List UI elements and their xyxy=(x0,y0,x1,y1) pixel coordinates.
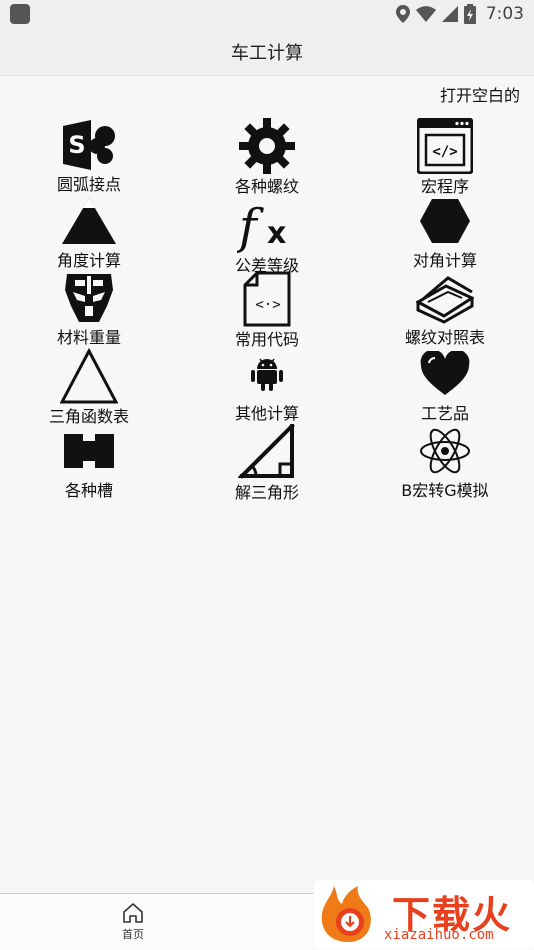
watermark: 下载火 xiazaihuo.com xyxy=(314,880,534,948)
nav-home-label: 首页 xyxy=(122,928,144,941)
hexagon-icon xyxy=(415,195,475,249)
grid-item-label: 对角计算 xyxy=(412,251,477,270)
marquee-text: 打开空白的页面 xyxy=(440,86,520,105)
grid-item-thread-table[interactable]: 螺纹对照表 xyxy=(356,271,534,348)
grid-item-material-weight[interactable]: 材料重量 xyxy=(0,271,178,348)
sharepoint-icon: S xyxy=(59,118,119,172)
grid-item-label: B宏转G模拟 xyxy=(401,480,489,500)
grid-item-label: 角度计算 xyxy=(56,251,121,270)
notification-icon xyxy=(10,4,30,24)
flame-logo-icon xyxy=(321,886,371,942)
grid-item-tolerance[interactable]: f x 公差等级 xyxy=(178,195,356,275)
grid-item-label: 各种槽 xyxy=(64,480,113,500)
svg-text:</>: </> xyxy=(432,144,457,160)
page-title: 车工计算 xyxy=(231,42,303,64)
grid-item-grooves[interactable]: 各种槽 xyxy=(0,424,178,501)
code-window-icon: </> xyxy=(415,118,475,174)
transformers-icon xyxy=(59,271,119,325)
grid-item-label: 材料重量 xyxy=(56,327,121,347)
grid-item-other-calc[interactable]: 其他计算 xyxy=(178,348,356,425)
svg-text:<·>: <·> xyxy=(255,297,280,313)
grid-item-label: 螺纹对照表 xyxy=(404,327,485,347)
status-bar: 7:03 xyxy=(0,0,534,28)
slot-icon xyxy=(59,424,119,478)
grid-item-threads[interactable]: 各种螺纹 xyxy=(178,118,356,196)
home-icon xyxy=(123,903,143,923)
watermark-url: xiazaihuo.com xyxy=(384,927,494,943)
grid-item-label: 三角函数表 xyxy=(48,406,129,426)
function-grid: S 圆弧接点 各种螺纹 </> 宏程序 角度计算 f x 公差等级 对角计算 材… xyxy=(0,118,534,502)
triangle-filled-icon xyxy=(59,195,119,249)
gear-icon xyxy=(237,118,297,174)
grid-item-label: 其他计算 xyxy=(234,404,299,423)
triangle-outline-icon xyxy=(59,347,119,404)
svg-text:x: x xyxy=(267,216,286,251)
grid-item-label: 解三角形 xyxy=(234,483,299,502)
location-icon xyxy=(395,5,410,23)
grid-item-label: 工艺品 xyxy=(420,404,469,423)
function-fx-icon: f x xyxy=(237,195,297,253)
grid-item-label: 圆弧接点 xyxy=(56,175,121,194)
grid-item-angle[interactable]: 角度计算 xyxy=(0,195,178,272)
grid-item-label: 常用代码 xyxy=(234,330,299,349)
svg-text:S: S xyxy=(68,131,85,159)
app-bar: 车工计算 xyxy=(0,28,534,76)
heart-icon xyxy=(415,348,475,402)
signal-icon xyxy=(441,6,458,22)
svg-text:f: f xyxy=(237,199,264,253)
android-icon xyxy=(237,348,297,402)
grid-item-label: 宏程序 xyxy=(420,177,469,196)
grid-item-solve-triangle[interactable]: 解三角形 xyxy=(178,424,356,502)
battery-icon xyxy=(463,4,476,24)
grid-item-common-codes[interactable]: <·> 常用代码 xyxy=(178,271,356,349)
grid-item-diagonal[interactable]: 对角计算 xyxy=(356,195,534,272)
status-time: 7:03 xyxy=(485,4,524,24)
grid-item-label: 各种螺纹 xyxy=(234,177,299,196)
status-icons: 7:03 xyxy=(395,4,524,24)
wifi-icon xyxy=(415,6,436,22)
book-icon xyxy=(415,271,475,325)
atom-icon xyxy=(415,424,475,478)
grid-item-b-to-g[interactable]: B宏转G模拟 xyxy=(356,424,534,501)
marquee: 打开空白的页面 xyxy=(0,76,520,110)
nav-home[interactable]: 首页 xyxy=(110,902,156,946)
grid-item-macro[interactable]: </> 宏程序 xyxy=(356,118,534,196)
grid-item-trig-table[interactable]: 三角函数表 xyxy=(0,347,178,426)
code-file-icon: <·> xyxy=(237,271,297,327)
grid-item-arc-point[interactable]: S 圆弧接点 xyxy=(0,118,178,195)
right-triangle-icon xyxy=(237,424,297,480)
grid-item-craft[interactable]: 工艺品 xyxy=(356,348,534,425)
